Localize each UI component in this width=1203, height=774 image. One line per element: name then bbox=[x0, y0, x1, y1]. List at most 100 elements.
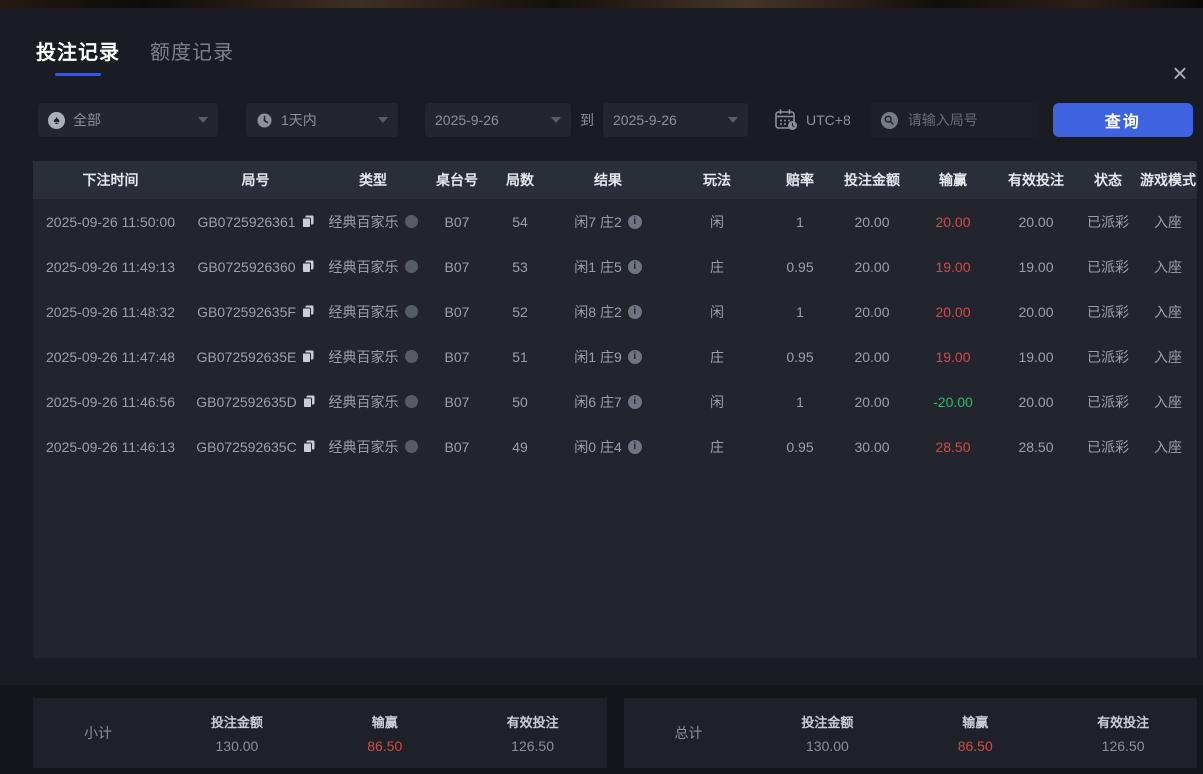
timezone-label: UTC+8 bbox=[806, 112, 851, 128]
header-game-mode: 游戏模式 bbox=[1140, 172, 1196, 188]
cell-game-id: GB072592635C bbox=[188, 439, 323, 455]
query-button[interactable]: 查询 bbox=[1052, 103, 1193, 137]
cell-table-no: B07 bbox=[444, 258, 470, 275]
game-type-value: 全部 bbox=[73, 112, 101, 128]
cell-result: 闲6 庄7 bbox=[549, 392, 667, 412]
header-odds: 赔率 bbox=[786, 172, 814, 188]
date-from-value: 2025-9-26 bbox=[435, 112, 499, 128]
header-win-loss: 输赢 bbox=[939, 172, 967, 188]
cell-game-mode: 入座 bbox=[1154, 393, 1182, 410]
info-icon[interactable] bbox=[627, 349, 642, 364]
info-icon[interactable] bbox=[627, 394, 642, 409]
cell-rounds: 52 bbox=[512, 303, 528, 320]
cell-valid-bet: 20.00 bbox=[1018, 213, 1054, 230]
tab-bet-records-label: 投注记录 bbox=[36, 42, 120, 64]
time-range-dropdown[interactable]: 1天内 bbox=[246, 103, 398, 137]
info-icon[interactable] bbox=[627, 259, 642, 274]
copy-icon[interactable] bbox=[301, 260, 314, 273]
cell-result: 闲1 庄5 bbox=[549, 257, 667, 277]
close-icon[interactable]: × bbox=[1165, 58, 1195, 88]
header-status: 状态 bbox=[1094, 172, 1122, 188]
info-icon[interactable] bbox=[627, 214, 642, 229]
cell-valid-bet: 20.00 bbox=[1018, 303, 1054, 320]
cell-result: 闲7 庄2 bbox=[549, 212, 667, 232]
table-row: 2025-09-26 11:47:48 GB072592635E 经典百家乐 B… bbox=[33, 334, 1197, 379]
header-valid-bet: 有效投注 bbox=[1008, 172, 1064, 188]
tab-quota-records-label: 额度记录 bbox=[150, 42, 234, 64]
total-valid-bet: 有效投注 126.50 bbox=[1097, 715, 1150, 754]
cell-game-id: GB072592635F bbox=[188, 304, 323, 320]
table-row: 2025-09-26 11:50:00 GB0725926361 经典百家乐 B… bbox=[33, 199, 1197, 244]
chevron-down-icon bbox=[378, 117, 388, 123]
cell-rounds: 51 bbox=[512, 348, 528, 365]
table-row: 2025-09-26 11:48:32 GB072592635F 经典百家乐 B… bbox=[33, 289, 1197, 334]
game-type-dot-icon bbox=[404, 395, 418, 408]
table-body: 2025-09-26 11:50:00 GB0725926361 经典百家乐 B… bbox=[33, 199, 1197, 658]
cell-game-id: GB0725926361 bbox=[188, 214, 323, 230]
bet-records-modal: × 投注记录 额度记录 ♠ 全部 1天内 2025-9-26 到 2025-9-… bbox=[0, 36, 1203, 774]
subtotal-bet-amount: 投注金额 130.00 bbox=[210, 715, 263, 754]
info-icon[interactable] bbox=[627, 439, 642, 454]
total-bet-amount: 投注金额 130.00 bbox=[801, 715, 854, 754]
tab-bet-records[interactable]: 投注记录 bbox=[36, 36, 120, 76]
cell-table-no: B07 bbox=[444, 213, 470, 230]
filter-bar: ♠ 全部 1天内 2025-9-26 到 2025-9-26 UTC+8 请输入… bbox=[38, 103, 1203, 137]
cell-win-loss: 28.50 bbox=[935, 438, 971, 455]
cell-game-mode: 入座 bbox=[1154, 438, 1182, 455]
header-result: 结果 bbox=[594, 172, 622, 188]
cell-table-no: B07 bbox=[444, 303, 470, 320]
cell-game-type: 经典百家乐 bbox=[323, 347, 423, 367]
table-row: 2025-09-26 11:49:13 GB0725926360 经典百家乐 B… bbox=[33, 244, 1197, 289]
game-type-dot-icon bbox=[404, 305, 418, 318]
cell-rounds: 50 bbox=[512, 393, 528, 410]
chevron-down-icon bbox=[198, 117, 208, 123]
cell-bet-time: 2025-09-26 11:46:56 bbox=[46, 393, 175, 410]
cell-result: 闲1 庄9 bbox=[549, 347, 667, 367]
spade-icon: ♠ bbox=[48, 111, 65, 129]
game-type-dot-icon bbox=[404, 440, 418, 453]
game-type-dropdown[interactable]: ♠ 全部 bbox=[38, 103, 218, 137]
round-search-input[interactable] bbox=[905, 111, 1029, 129]
clock-icon bbox=[257, 113, 272, 127]
cell-win-loss: 20.00 bbox=[935, 303, 971, 320]
cell-rounds: 53 bbox=[512, 258, 528, 275]
date-from-picker[interactable]: 2025-9-26 bbox=[425, 103, 571, 137]
table-row: 2025-09-26 11:46:13 GB072592635C 经典百家乐 B… bbox=[33, 424, 1197, 469]
cell-game-type: 经典百家乐 bbox=[323, 437, 423, 457]
cell-win-loss: -20.00 bbox=[933, 393, 973, 410]
cell-bet-amount: 20.00 bbox=[854, 348, 890, 365]
copy-icon[interactable] bbox=[301, 215, 314, 228]
tab-bar: 投注记录 额度记录 bbox=[36, 36, 1203, 76]
header-game-id: 局号 bbox=[241, 172, 270, 188]
cell-odds: 0.95 bbox=[786, 438, 814, 455]
subtotal-label: 小计 bbox=[84, 725, 112, 741]
tab-quota-records[interactable]: 额度记录 bbox=[150, 36, 234, 65]
copy-icon[interactable] bbox=[302, 440, 315, 453]
cell-valid-bet: 28.50 bbox=[1018, 438, 1054, 455]
cell-odds: 1 bbox=[796, 303, 804, 320]
cell-status: 已派彩 bbox=[1087, 258, 1129, 275]
cell-game-type: 经典百家乐 bbox=[323, 257, 423, 277]
copy-icon[interactable] bbox=[301, 305, 314, 318]
total-label: 总计 bbox=[674, 725, 703, 741]
cell-play: 庄 bbox=[710, 348, 724, 365]
cell-bet-time: 2025-09-26 11:48:32 bbox=[46, 303, 175, 320]
copy-icon[interactable] bbox=[302, 395, 315, 408]
cell-odds: 1 bbox=[796, 393, 804, 410]
cell-game-id: GB072592635E bbox=[188, 349, 323, 365]
cell-game-type: 经典百家乐 bbox=[323, 212, 423, 232]
active-tab-underline bbox=[55, 73, 101, 76]
cell-bet-amount: 20.00 bbox=[854, 213, 890, 230]
header-rounds: 局数 bbox=[506, 172, 534, 188]
chevron-down-icon bbox=[728, 117, 738, 123]
date-to-picker[interactable]: 2025-9-26 bbox=[603, 103, 748, 137]
background-video-strip bbox=[0, 0, 1203, 8]
copy-icon[interactable] bbox=[302, 350, 314, 363]
table-row: 2025-09-26 11:46:56 GB072592635D 经典百家乐 B… bbox=[33, 379, 1197, 424]
cell-bet-amount: 20.00 bbox=[854, 258, 890, 275]
cell-table-no: B07 bbox=[444, 393, 470, 410]
cell-table-no: B07 bbox=[444, 438, 470, 455]
subtotal-box: 小计 投注金额 130.00 输赢 86.50 有效投注 126.50 bbox=[33, 698, 607, 768]
info-icon[interactable] bbox=[627, 304, 642, 319]
cell-odds: 0.95 bbox=[786, 258, 814, 275]
